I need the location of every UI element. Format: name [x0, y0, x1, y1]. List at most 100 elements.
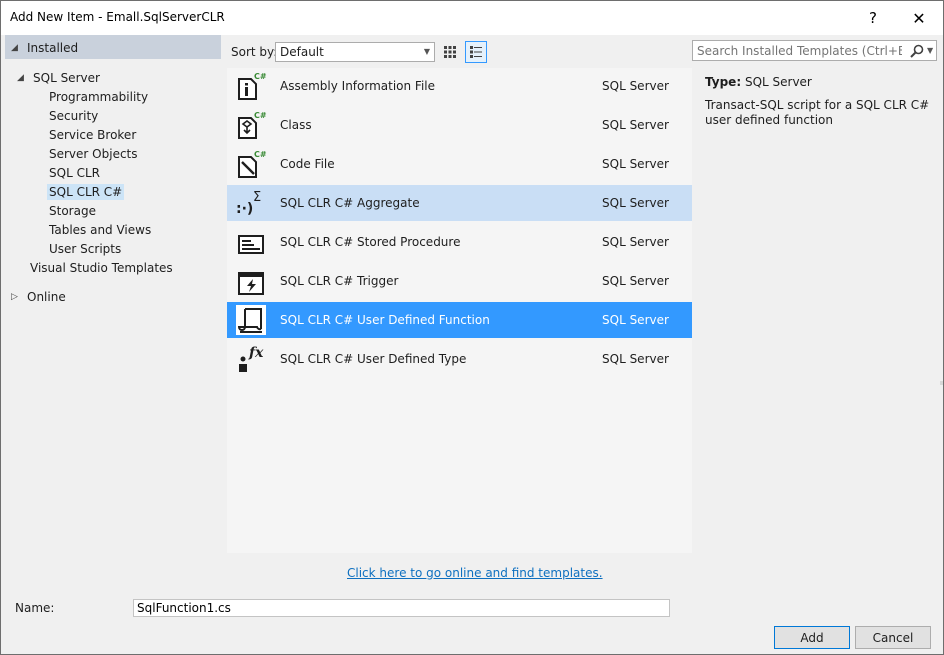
- tree-item-user-scripts[interactable]: User Scripts: [47, 239, 123, 258]
- template-category: SQL Server: [602, 79, 669, 93]
- list-view-button[interactable]: [465, 41, 487, 63]
- template-category: SQL Server: [602, 235, 669, 249]
- tree-item-label: Server Objects: [49, 146, 138, 161]
- template-name: SQL CLR C# Stored Procedure: [280, 235, 461, 249]
- svg-text:Σ: Σ: [253, 190, 261, 205]
- collapsed-arrow-icon[interactable]: ▷: [11, 292, 25, 302]
- code-file-icon: C#: [238, 150, 267, 178]
- template-category: SQL Server: [602, 157, 669, 171]
- tree-item-label: Storage: [49, 203, 96, 218]
- tree-item-label: Online: [27, 289, 66, 304]
- template-category: SQL Server: [602, 274, 669, 288]
- tree-item-service-broker[interactable]: Service Broker: [47, 125, 138, 144]
- svg-text:C#: C#: [254, 111, 267, 120]
- template-row-sql-clr-aggregate[interactable]: :·) Σ SQL CLR C# Aggregate SQL Server: [227, 185, 692, 221]
- sort-by-value: Default: [280, 45, 324, 59]
- trigger-icon: [238, 272, 264, 295]
- user-defined-function-icon: [236, 305, 266, 335]
- template-name: Assembly Information File: [280, 79, 436, 93]
- template-row-code-file[interactable]: C# Code File SQL Server: [227, 146, 692, 182]
- tree-item-sql-clr-csharp[interactable]: SQL CLR C#: [47, 182, 125, 201]
- class-file-icon: C#: [238, 111, 267, 139]
- tree-item-visual-studio-templates[interactable]: Visual Studio Templates: [28, 258, 175, 277]
- template-row-sql-clr-trigger[interactable]: SQL CLR C# Trigger SQL Server: [227, 263, 692, 299]
- medium-icons-view-button[interactable]: [439, 41, 461, 63]
- add-button-label: Add: [800, 630, 824, 645]
- template-category-tree: ◢ Installed ◢ SQL Server Programmability…: [5, 35, 221, 555]
- tree-item-label: Programmability: [49, 89, 149, 104]
- file-name-input[interactable]: [133, 599, 670, 617]
- template-name: Class: [280, 118, 312, 132]
- svg-text:C#: C#: [254, 72, 267, 81]
- find-online-templates-link[interactable]: Click here to go online and find templat…: [347, 566, 603, 580]
- tree-item-tables-and-views[interactable]: Tables and Views: [47, 220, 153, 239]
- type-value: SQL Server: [744, 75, 812, 89]
- expanded-arrow-icon[interactable]: ◢: [11, 43, 25, 53]
- title-bar: Add New Item - Emall.SqlServerCLR ? ✕: [1, 1, 943, 35]
- aggregate-icon: :·) Σ: [236, 190, 261, 217]
- template-name: SQL CLR C# User Defined Type: [280, 352, 467, 366]
- tree-item-server-objects[interactable]: Server Objects: [47, 144, 140, 163]
- template-name: SQL CLR C# Aggregate: [280, 196, 420, 210]
- tree-item-label: SQL Server: [33, 70, 100, 85]
- template-category: SQL Server: [602, 118, 669, 132]
- type-label: Type:: [705, 75, 742, 89]
- template-category: SQL Server: [602, 313, 669, 327]
- help-button[interactable]: ?: [853, 5, 893, 31]
- list-view-icon: [470, 46, 482, 58]
- template-description: Transact-SQL script for a SQL CLR C# use…: [705, 98, 930, 127]
- user-defined-type-icon: fx: [239, 345, 264, 372]
- tree-item-label: Installed: [27, 40, 79, 55]
- add-new-item-dialog: Add New Item - Emall.SqlServerCLR ? ✕ ◢ …: [0, 0, 944, 655]
- tree-item-storage[interactable]: Storage: [47, 201, 98, 220]
- search-input[interactable]: [697, 44, 902, 58]
- tree-item-programmability[interactable]: Programmability: [47, 87, 150, 106]
- template-row-sql-clr-user-defined-type[interactable]: fx SQL CLR C# User Defined Type SQL Serv…: [227, 341, 692, 377]
- template-list: C# Assembly Information File SQL Server …: [227, 68, 692, 553]
- tree-item-sql-server[interactable]: ◢ SQL Server: [17, 68, 102, 87]
- sort-by-dropdown[interactable]: Default ▼: [275, 42, 435, 62]
- tree-item-label: Security: [49, 108, 99, 123]
- svg-text::·): :·): [236, 201, 253, 217]
- tree-item-label: SQL CLR: [49, 165, 100, 180]
- template-row-class[interactable]: C# Class SQL Server: [227, 107, 692, 143]
- tree-item-security[interactable]: Security: [47, 106, 100, 125]
- tree-item-label: Visual Studio Templates: [30, 260, 173, 275]
- cancel-button-label: Cancel: [872, 630, 914, 645]
- template-name: Code File: [280, 157, 335, 171]
- template-row-sql-clr-user-defined-function[interactable]: SQL CLR C# User Defined Function SQL Ser…: [227, 302, 692, 338]
- template-name: SQL CLR C# Trigger: [280, 274, 399, 288]
- tree-item-label: Tables and Views: [49, 222, 152, 237]
- svg-text:fx: fx: [248, 345, 264, 361]
- template-category: SQL Server: [602, 352, 669, 366]
- help-icon: ?: [869, 9, 877, 27]
- tree-item-label: SQL CLR C#: [47, 183, 125, 200]
- assembly-info-file-icon: C#: [238, 72, 267, 100]
- grid-view-icon: [444, 46, 456, 58]
- add-button[interactable]: Add: [774, 626, 850, 649]
- window-title: Add New Item - Emall.SqlServerCLR: [10, 10, 225, 24]
- tree-item-installed[interactable]: ◢ Installed: [11, 38, 80, 57]
- search-icon[interactable]: [909, 43, 925, 59]
- tree-item-label: Service Broker: [49, 127, 137, 142]
- tree-item-sql-clr[interactable]: SQL CLR: [47, 163, 102, 182]
- tree-item-label: User Scripts: [49, 241, 122, 256]
- chevron-down-icon[interactable]: ▼: [927, 46, 933, 55]
- cancel-button[interactable]: Cancel: [855, 626, 931, 649]
- template-category: SQL Server: [602, 196, 669, 210]
- search-box[interactable]: ▼: [692, 40, 937, 61]
- expanded-arrow-icon[interactable]: ◢: [17, 73, 31, 83]
- stored-procedure-icon: [238, 235, 264, 254]
- chevron-down-icon: ▼: [423, 47, 430, 56]
- svg-text:C#: C#: [254, 150, 267, 159]
- resize-grip-mark: [940, 381, 943, 385]
- template-toolbar: Sort by: Default ▼: [227, 39, 693, 65]
- tree-item-online[interactable]: ▷ Online: [11, 287, 68, 306]
- template-name: SQL CLR C# User Defined Function: [280, 313, 490, 327]
- close-icon: ✕: [912, 8, 926, 28]
- template-type-line: Type: SQL Server: [705, 75, 812, 89]
- template-row-sql-clr-stored-procedure[interactable]: SQL CLR C# Stored Procedure SQL Server: [227, 224, 692, 260]
- close-button[interactable]: ✕: [899, 5, 939, 31]
- sort-by-label: Sort by:: [231, 45, 278, 59]
- template-row-assembly-information-file[interactable]: C# Assembly Information File SQL Server: [227, 68, 692, 104]
